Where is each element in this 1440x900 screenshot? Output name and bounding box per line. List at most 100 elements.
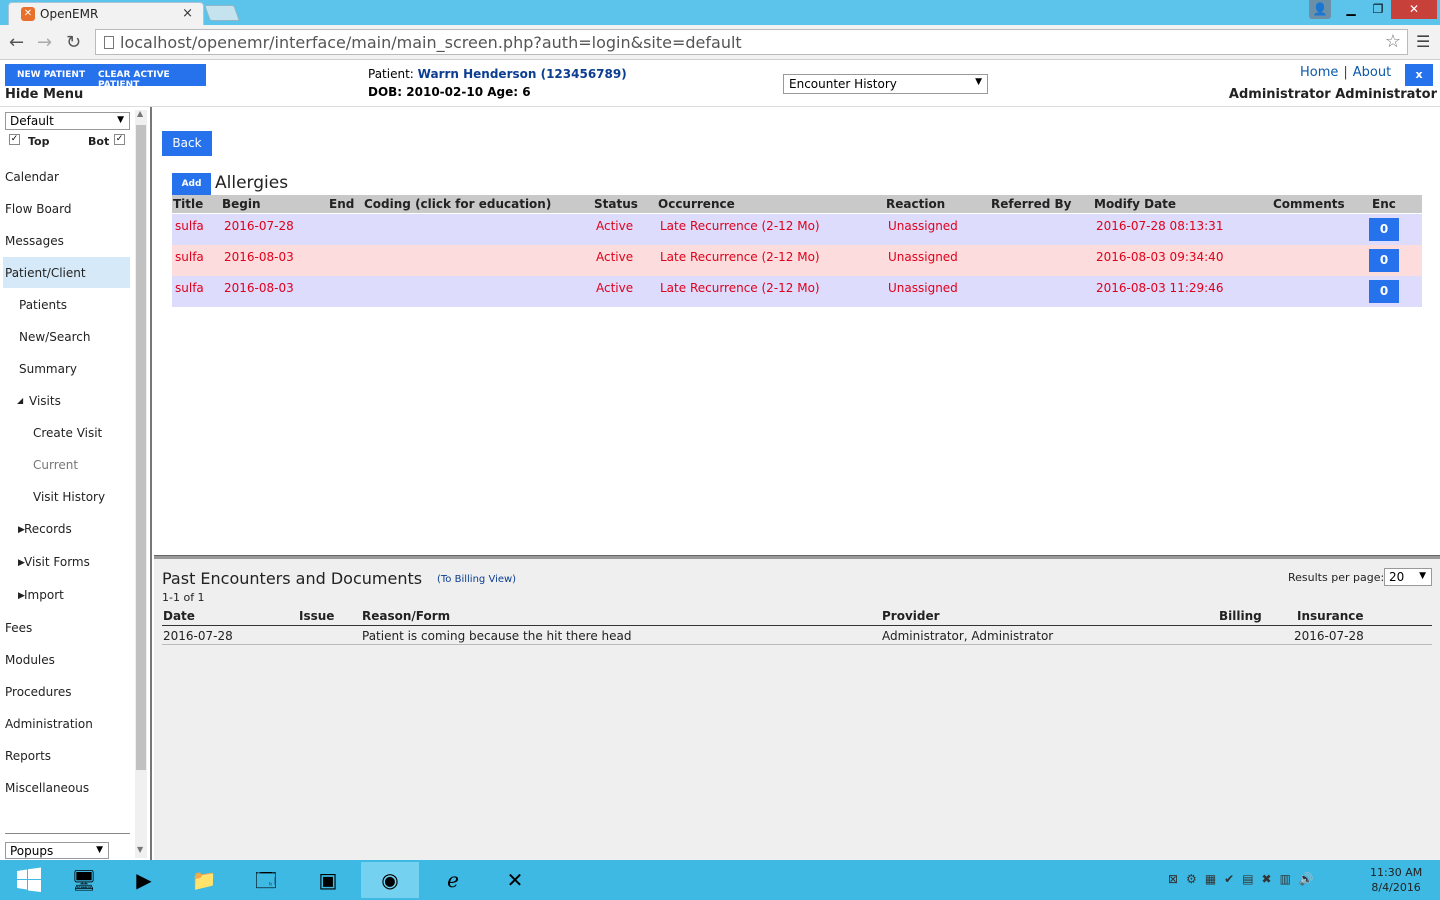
row-divider xyxy=(162,644,1432,645)
col-referred-by[interactable]: Referred By xyxy=(991,197,1071,211)
taskbar-clock[interactable]: 11:30 AM 8/4/2016 xyxy=(1370,865,1422,895)
sidebar-divider xyxy=(5,833,130,834)
bot-frame-checkbox[interactable]: ✓ xyxy=(114,134,125,145)
row-status: Active xyxy=(596,250,634,264)
col-end[interactable]: End xyxy=(329,197,354,211)
restore-icon[interactable]: ❐ xyxy=(1365,0,1391,19)
enc-button[interactable]: 0 xyxy=(1369,218,1399,241)
url-text[interactable]: localhost/openemr/interface/main/main_sc… xyxy=(120,33,742,52)
chrome-icon[interactable]: ◉ xyxy=(361,862,419,898)
col-modify-date[interactable]: Modify Date xyxy=(1094,197,1176,211)
internet-explorer-icon[interactable]: ℯ xyxy=(424,862,482,898)
col-provider: Provider xyxy=(882,609,940,623)
sidebar-item-administration[interactable]: Administration xyxy=(5,717,93,731)
expanded-arrow-icon: ◢ xyxy=(17,396,24,405)
enc-date: 2016-07-28 xyxy=(163,629,233,643)
enc-reason: Patient is coming because the hit there … xyxy=(362,629,632,643)
forward-arrow-icon[interactable]: → xyxy=(37,32,52,53)
row-status: Active xyxy=(596,219,634,233)
results-count: 1-1 of 1 xyxy=(162,591,205,604)
powershell-icon[interactable]: ▶ xyxy=(115,862,173,898)
system-tray[interactable]: ⊠⚙▦✔▤✖▥🔊 xyxy=(1168,872,1322,886)
add-allergy-button[interactable]: Add xyxy=(172,173,211,195)
sidebar-item-records[interactable]: Records xyxy=(24,522,72,536)
sidebar-item-summary[interactable]: Summary xyxy=(19,362,77,376)
reload-icon[interactable]: ↻ xyxy=(66,32,81,53)
sidebar-item-import[interactable]: Import xyxy=(24,588,64,602)
sidebar-item-current: Current xyxy=(33,458,79,472)
scroll-down-icon[interactable]: ▼ xyxy=(137,845,143,854)
home-link[interactable]: Home xyxy=(1300,65,1338,80)
address-bar[interactable]: localhost/openemr/interface/main/main_sc… xyxy=(95,29,1408,55)
col-title[interactable]: Title xyxy=(173,197,203,211)
minimize-icon[interactable]: ▁ xyxy=(1337,0,1365,19)
sidebar-item-patient-client[interactable]: Patient/Client xyxy=(3,257,130,288)
col-reaction[interactable]: Reaction xyxy=(886,197,945,211)
clock-time: 11:30 AM xyxy=(1370,866,1423,879)
results-per-page-select[interactable]: 20 ▼ xyxy=(1384,568,1432,586)
table-row[interactable]: sulfa 2016-08-03 Active Late Recurrence … xyxy=(172,245,1422,276)
browser-tab[interactable]: ✕ OpenEMR × xyxy=(8,2,204,25)
billing-view-link[interactable]: (To Billing View) xyxy=(437,574,516,585)
col-status[interactable]: Status xyxy=(594,197,638,211)
table-row[interactable]: sulfa 2016-08-03 Active Late Recurrence … xyxy=(172,276,1422,307)
clear-active-patient-button[interactable]: CLEAR ACTIVE PATIENT xyxy=(98,70,206,90)
hide-menu-link[interactable]: Hide Menu xyxy=(5,87,83,102)
tab-close-icon[interactable]: × xyxy=(182,6,193,21)
window-close-icon[interactable]: ✕ xyxy=(1391,0,1437,19)
sidebar-item-visit-forms[interactable]: Visit Forms xyxy=(24,555,90,569)
col-coding[interactable]: Coding (click for education) xyxy=(364,197,551,211)
bot-checkbox-label: Bot xyxy=(88,135,110,148)
back-arrow-icon[interactable]: ← xyxy=(9,32,24,53)
server-manager-icon[interactable]: 🖥 xyxy=(55,862,113,898)
sidebar-item-visits[interactable]: Visits xyxy=(29,394,61,408)
menu-set-select[interactable]: Default ▼ xyxy=(5,112,130,130)
table-row[interactable]: sulfa 2016-07-28 Active Late Recurrence … xyxy=(172,214,1422,245)
xampp-icon[interactable]: ✕ xyxy=(486,862,544,898)
enc-insurance: 2016-07-28 xyxy=(1294,629,1364,643)
col-occurrence[interactable]: Occurrence xyxy=(658,197,735,211)
sidebar-scroll-thumb[interactable] xyxy=(136,125,146,770)
sidebar-item-fees[interactable]: Fees xyxy=(5,621,32,635)
sidebar-item-visit-history[interactable]: Visit History xyxy=(33,490,105,504)
patient-name-link[interactable]: Warrn Henderson (123456789) xyxy=(418,67,627,81)
popups-select[interactable]: Popups ▼ xyxy=(5,842,109,859)
file-explorer-icon[interactable]: 📁 xyxy=(175,862,233,898)
about-link[interactable]: About xyxy=(1353,65,1391,80)
sidebar-item-new-search[interactable]: New/Search xyxy=(19,330,90,344)
sidebar-item-reports[interactable]: Reports xyxy=(5,749,51,763)
encounter-history-select[interactable]: Encounter History ▼ xyxy=(783,74,988,94)
enc-button[interactable]: 0 xyxy=(1369,249,1399,272)
window-app-icon[interactable]: 🗔 xyxy=(237,862,295,898)
sidebar-item-create-visit[interactable]: Create Visit xyxy=(33,426,102,440)
sidebar-item-procedures[interactable]: Procedures xyxy=(5,685,72,699)
back-button[interactable]: Back xyxy=(162,131,212,156)
enc-button[interactable]: 0 xyxy=(1369,280,1399,303)
sidebar-item-modules[interactable]: Modules xyxy=(5,653,55,667)
top-frame-checkbox[interactable]: ✓ xyxy=(9,134,20,145)
command-prompt-icon[interactable]: ▣ xyxy=(299,862,357,898)
close-patient-button[interactable]: x xyxy=(1405,64,1433,86)
link-separator: | xyxy=(1343,65,1348,80)
col-issue: Issue xyxy=(299,609,335,623)
bookmark-star-icon[interactable]: ☆ xyxy=(1385,31,1401,52)
sidebar-item-flow-board[interactable]: Flow Board xyxy=(5,202,71,216)
patient-dob-age: DOB: 2010-02-10 Age: 6 xyxy=(368,85,531,99)
allergies-table-header: Title Begin End Coding (click for educat… xyxy=(172,195,1422,213)
sidebar-item-messages[interactable]: Messages xyxy=(5,234,64,248)
col-begin[interactable]: Begin xyxy=(222,197,261,211)
row-modify-date: 2016-08-03 11:29:46 xyxy=(1096,281,1224,295)
sidebar-item-patients[interactable]: Patients xyxy=(19,298,67,312)
scroll-up-icon[interactable]: ▲ xyxy=(137,109,143,118)
user-profile-icon[interactable]: 👤 xyxy=(1309,0,1331,19)
sidebar-item-label: Patient/Client xyxy=(5,266,86,280)
sidebar-item-miscellaneous[interactable]: Miscellaneous xyxy=(5,781,89,795)
new-patient-button[interactable]: NEW PATIENT xyxy=(17,70,85,80)
col-comments[interactable]: Comments xyxy=(1273,197,1345,211)
browser-menu-icon[interactable]: ☰ xyxy=(1416,32,1430,51)
browser-titlebar: ✕ OpenEMR × 👤 ▁ ❐ ✕ xyxy=(0,0,1440,25)
sidebar-item-calendar[interactable]: Calendar xyxy=(5,170,59,184)
new-tab-button[interactable] xyxy=(204,5,240,21)
start-button[interactable] xyxy=(0,862,58,898)
col-enc[interactable]: Enc xyxy=(1372,197,1396,211)
